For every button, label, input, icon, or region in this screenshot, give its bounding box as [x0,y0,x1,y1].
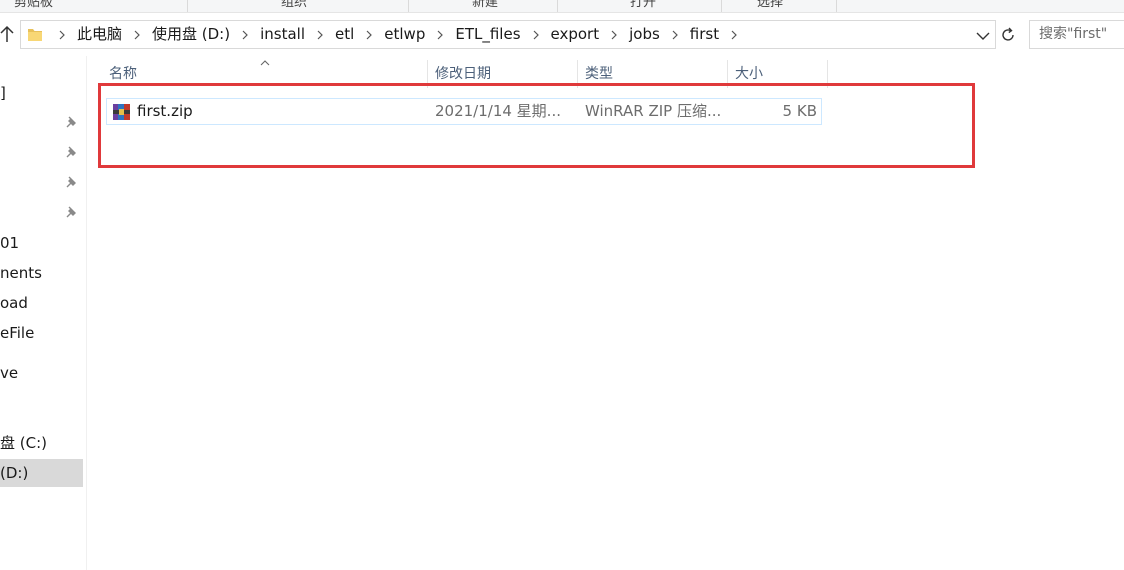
breadcrumb-etl[interactable]: etl [331,21,358,48]
refresh-icon [1002,27,1014,41]
chevron-right-icon[interactable] [309,21,331,48]
ribbon-separator [187,0,188,12]
address-bar[interactable]: 此电脑 使用盘 (D:) install etl etlwp ETL_files… [20,20,996,49]
breadcrumb-etlwp[interactable]: etlwp [380,21,429,48]
ribbon-separator [408,0,409,12]
pin-icon[interactable] [64,176,78,190]
chevron-right-icon[interactable] [358,21,380,48]
highlight-annotation [98,83,975,168]
ribbon-group-select: 选择 [757,0,784,10]
chevron-right-icon[interactable] [525,21,547,48]
breadcrumb-etl-files[interactable]: ETL_files [451,21,524,48]
ribbon-separator [721,0,722,12]
chevron-right-icon[interactable] [234,21,256,48]
ribbon-separator [557,0,558,12]
chevron-right-icon[interactable] [429,21,451,48]
ribbon-group-open: 打开 [630,0,657,10]
chevron-right-icon[interactable] [664,21,686,48]
ribbon-separator [836,0,837,12]
pin-icon[interactable] [64,206,78,220]
breadcrumb: 此电脑 使用盘 (D:) install etl etlwp ETL_files… [51,21,745,48]
breadcrumb-export[interactable]: export [547,21,604,48]
chevron-right-icon[interactable] [603,21,625,48]
nav-item-drive[interactable]: ve [0,359,18,387]
nav-item-drive-c[interactable]: 盘 (C:) [0,429,47,457]
ribbon-group-labels: 剪贴板 组织 新建 打开 选择 [0,0,1124,13]
nav-item[interactable]: ] [0,79,6,107]
chevron-right-icon[interactable] [51,21,73,48]
breadcrumb-install[interactable]: install [256,21,309,48]
ribbon-group-organize: 组织 [281,0,308,10]
chevron-right-icon[interactable] [723,21,745,48]
chevron-right-icon[interactable] [126,21,148,48]
folder-icon [28,29,42,41]
nav-item-drive-d[interactable]: (D:) [0,459,83,487]
nav-item-downloads[interactable]: oad [0,289,28,317]
ribbon-group-clipboard: 剪贴板 [14,0,54,10]
breadcrumb-jobs[interactable]: jobs [625,21,664,48]
search-input[interactable]: 搜索"first" [1029,20,1124,49]
ribbon-group-new: 新建 [472,0,499,10]
breadcrumb-first[interactable]: first [686,21,723,48]
breadcrumb-this-pc[interactable]: 此电脑 [73,21,126,48]
nav-item-documents[interactable]: nents [0,259,42,287]
nav-item[interactable]: 01 [0,229,19,257]
address-row: 此电脑 使用盘 (D:) install etl etlwp ETL_files… [0,18,1124,52]
nav-item-file[interactable]: eFile [0,319,34,347]
pin-icon[interactable] [64,146,78,160]
up-arrow-icon[interactable] [0,23,16,45]
navigation-pane: ] 01 nents oad eFile ve 盘 (C:) (D:) [0,56,87,570]
breadcrumb-drive-d[interactable]: 使用盘 (D:) [148,21,234,48]
refresh-button[interactable] [996,20,1020,49]
chevron-down-icon[interactable] [973,24,993,46]
search-placeholder: 搜索"first" [1039,26,1108,42]
pin-icon[interactable] [64,116,78,130]
